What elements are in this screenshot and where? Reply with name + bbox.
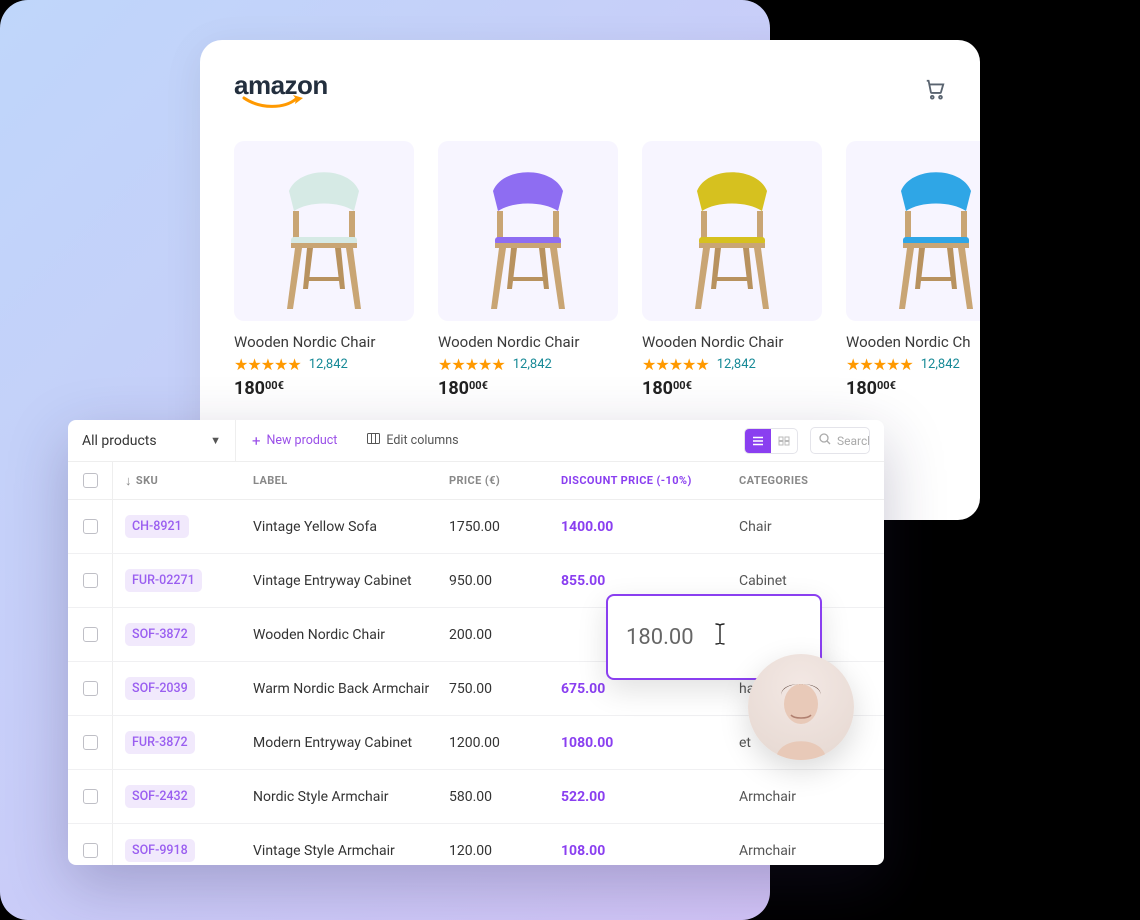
cell-label[interactable]: Vintage Yellow Sofa xyxy=(253,519,449,535)
cell-discount[interactable]: 855.00 xyxy=(561,573,739,589)
table-row: SOF-2432 Nordic Style Armchair 580.00 52… xyxy=(68,770,884,824)
sort-icon: ↓ xyxy=(125,473,132,489)
table-row: SOF-9918 Vintage Style Armchair 120.00 1… xyxy=(68,824,884,865)
product-price: 18000€ xyxy=(234,378,414,399)
row-checkbox[interactable] xyxy=(83,573,98,588)
product-title: Wooden Nordic Ch xyxy=(846,333,980,351)
cell-discount[interactable]: 522.00 xyxy=(561,789,739,805)
cell-price[interactable]: 200.00 xyxy=(449,627,561,643)
product-image xyxy=(846,141,980,321)
sku-chip[interactable]: FUR-3872 xyxy=(125,731,195,754)
star-rating-icon: ★★★★★ xyxy=(438,355,505,374)
column-header-sku[interactable]: ↓ SKU xyxy=(113,473,253,489)
cell-discount[interactable]: 1080.00 xyxy=(561,735,739,751)
cell-category[interactable]: Armchair xyxy=(739,843,884,859)
search-icon xyxy=(819,433,831,448)
sku-chip[interactable]: CH-8921 xyxy=(125,515,189,538)
column-header-price[interactable]: PRICE (€) xyxy=(449,474,561,487)
product-title: Wooden Nordic Chair xyxy=(642,333,822,351)
sku-chip[interactable]: SOF-2432 xyxy=(125,785,195,808)
cell-label[interactable]: Nordic Style Armchair xyxy=(253,789,449,805)
filter-label: All products xyxy=(82,433,157,449)
edit-columns-button[interactable]: Edit columns xyxy=(353,433,472,448)
cell-category[interactable]: Chair xyxy=(739,519,884,535)
product-card[interactable]: Wooden Nordic Chair ★★★★★ 12,842 18000€ xyxy=(438,141,618,399)
cell-label[interactable]: Modern Entryway Cabinet xyxy=(253,735,449,751)
user-avatar xyxy=(748,654,854,760)
row-checkbox[interactable] xyxy=(83,681,98,696)
row-checkbox[interactable] xyxy=(83,843,98,858)
cell-label[interactable]: Vintage Style Armchair xyxy=(253,843,449,859)
cell-discount[interactable]: 108.00 xyxy=(561,843,739,859)
product-price: 18000€ xyxy=(642,378,822,399)
cell-price[interactable]: 750.00 xyxy=(449,681,561,697)
product-image xyxy=(234,141,414,321)
amazon-logo: amazon xyxy=(234,70,328,111)
cell-price[interactable]: 1200.00 xyxy=(449,735,561,751)
columns-icon xyxy=(367,433,380,448)
cell-label[interactable]: Warm Nordic Back Armchair xyxy=(253,681,449,697)
table-header: ↓ SKU LABEL PRICE (€) DISCOUNT PRICE (-1… xyxy=(68,462,884,500)
star-rating-icon: ★★★★★ xyxy=(846,355,913,374)
column-header-label[interactable]: LABEL xyxy=(253,474,449,487)
select-all-checkbox[interactable] xyxy=(83,473,98,488)
cell-discount[interactable]: 675.00 xyxy=(561,681,739,697)
sku-chip[interactable]: FUR-02271 xyxy=(125,569,202,592)
cell-price[interactable]: 1750.00 xyxy=(449,519,561,535)
filter-dropdown[interactable]: All products ▼ xyxy=(68,420,236,461)
admin-table-window: All products ▼ + New product Edit column… xyxy=(68,420,884,865)
product-image xyxy=(642,141,822,321)
column-header-discount[interactable]: DISCOUNT PRICE (-10%) xyxy=(561,474,739,487)
product-image xyxy=(438,141,618,321)
review-count: 12,842 xyxy=(309,357,348,372)
text-cursor-icon xyxy=(712,621,728,654)
product-title: Wooden Nordic Chair xyxy=(234,333,414,351)
chevron-down-icon: ▼ xyxy=(210,434,221,447)
sku-chip[interactable]: SOF-2039 xyxy=(125,677,195,700)
row-checkbox[interactable] xyxy=(83,627,98,642)
star-rating-icon: ★★★★★ xyxy=(642,355,709,374)
cell-price[interactable]: 120.00 xyxy=(449,843,561,859)
cart-icon[interactable] xyxy=(924,78,946,104)
row-checkbox[interactable] xyxy=(83,735,98,750)
cell-label[interactable]: Wooden Nordic Chair xyxy=(253,627,449,643)
cell-category[interactable]: Armchair xyxy=(739,789,884,805)
cell-price[interactable]: 580.00 xyxy=(449,789,561,805)
review-count: 12,842 xyxy=(921,357,960,372)
review-count: 12,842 xyxy=(717,357,756,372)
cell-price[interactable]: 950.00 xyxy=(449,573,561,589)
new-product-button[interactable]: + New product xyxy=(236,432,353,450)
star-rating-icon: ★★★★★ xyxy=(234,355,301,374)
product-card[interactable]: Wooden Nordic Chair ★★★★★ 12,842 18000€ xyxy=(234,141,414,399)
column-header-categories[interactable]: CATEGORIES xyxy=(739,474,884,487)
list-view-button[interactable] xyxy=(745,429,771,453)
plus-icon: + xyxy=(252,432,261,450)
row-checkbox[interactable] xyxy=(83,789,98,804)
sku-chip[interactable]: SOF-3872 xyxy=(125,623,195,646)
view-toggle xyxy=(744,428,798,454)
table-row: CH-8921 Vintage Yellow Sofa 1750.00 1400… xyxy=(68,500,884,554)
cell-discount[interactable]: 1400.00 xyxy=(561,519,739,535)
search-input[interactable]: Search xyxy=(810,427,870,454)
grid-view-button[interactable] xyxy=(771,429,797,453)
review-count: 12,842 xyxy=(513,357,552,372)
product-price: 18000€ xyxy=(438,378,618,399)
sku-chip[interactable]: SOF-9918 xyxy=(125,839,195,862)
product-title: Wooden Nordic Chair xyxy=(438,333,618,351)
cell-label[interactable]: Vintage Entryway Cabinet xyxy=(253,573,449,589)
row-checkbox[interactable] xyxy=(83,519,98,534)
cell-category[interactable]: Cabinet xyxy=(739,573,884,589)
product-price: 18000€ xyxy=(846,378,980,399)
product-card[interactable]: Wooden Nordic Chair ★★★★★ 12,842 18000€ xyxy=(642,141,822,399)
product-card[interactable]: Wooden Nordic Ch ★★★★★ 12,842 18000€ xyxy=(846,141,980,399)
